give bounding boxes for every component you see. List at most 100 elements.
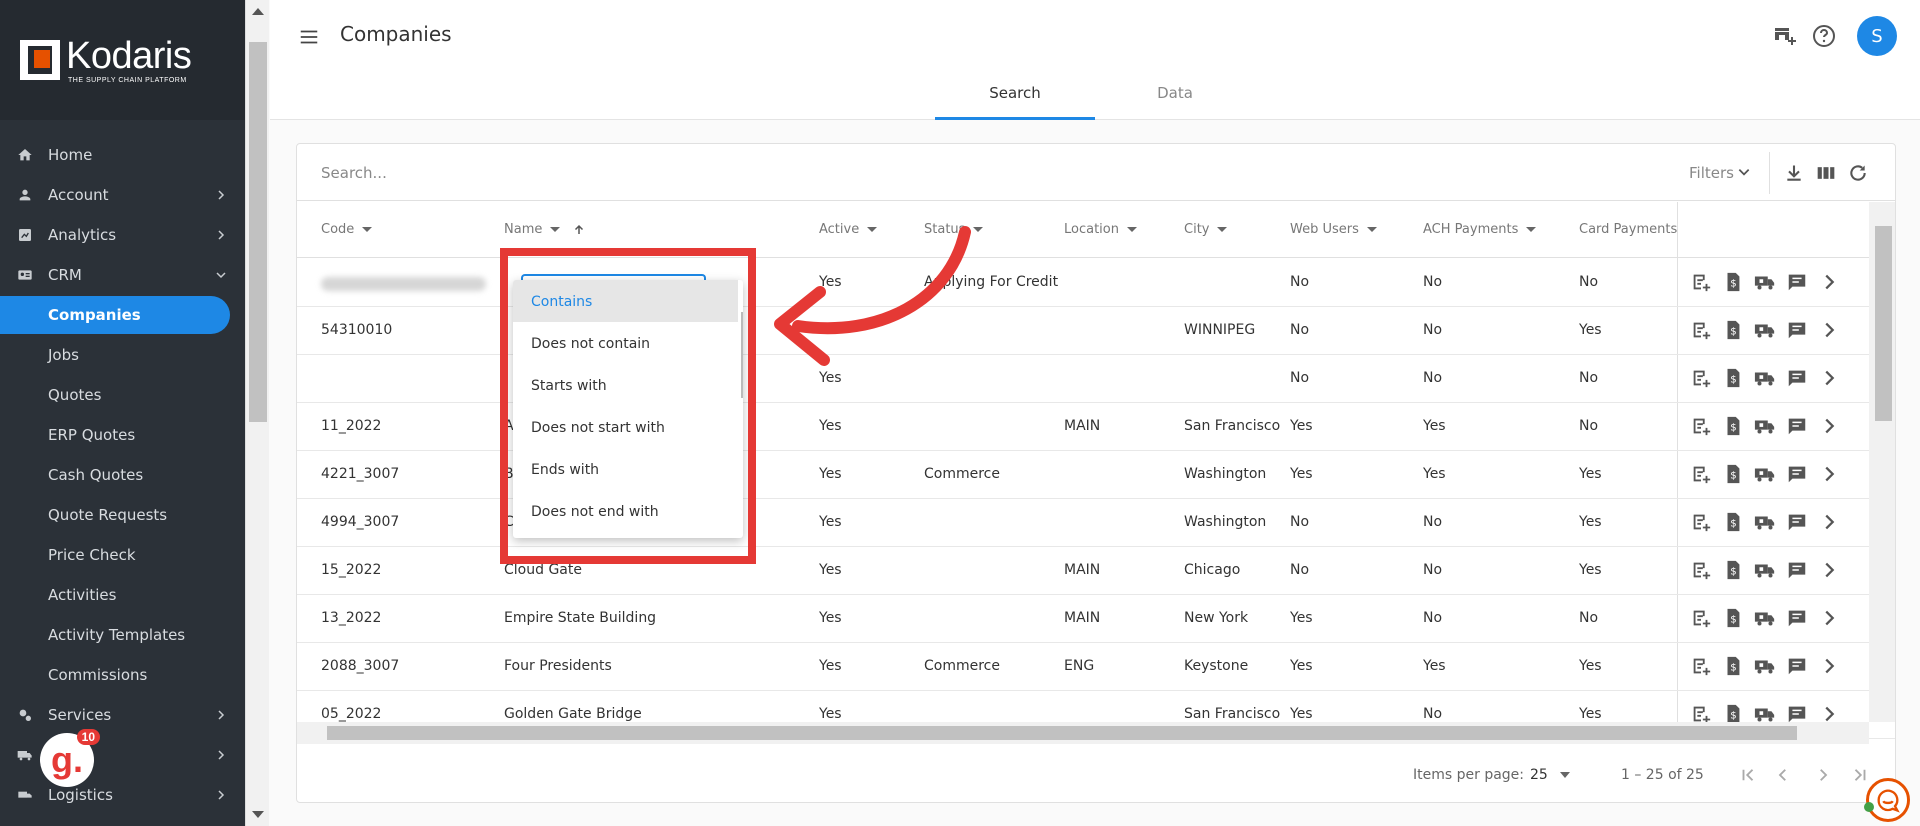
- tab-data[interactable]: Data: [1095, 84, 1255, 102]
- message-icon[interactable]: [1786, 559, 1808, 581]
- chevron-right-icon[interactable]: [1818, 319, 1840, 341]
- table-vertical-scrollbar[interactable]: [1869, 202, 1895, 722]
- shipping-truck-icon[interactable]: [1754, 655, 1776, 677]
- scroll-up-arrow-icon[interactable]: [252, 8, 264, 15]
- quote-dollar-icon[interactable]: $: [1722, 319, 1744, 341]
- chevron-right-icon[interactable]: [1818, 655, 1840, 677]
- filters-button[interactable]: Filters: [1689, 164, 1734, 182]
- sidebar-item-quotes[interactable]: Quotes: [0, 376, 245, 414]
- sidebar-item-shipping[interactable]: [0, 736, 245, 774]
- sidebar-item-activity-templates[interactable]: Activity Templates: [0, 616, 245, 654]
- shipping-truck-icon[interactable]: [1754, 559, 1776, 581]
- column-header-ach-payments[interactable]: ACH Payments: [1423, 222, 1537, 237]
- table-row[interactable]: 13_2022 Empire State Building Yes MAIN New Y…: [297, 595, 1895, 643]
- chevron-right-icon[interactable]: [1818, 367, 1840, 389]
- message-icon[interactable]: [1786, 367, 1808, 389]
- first-page-icon[interactable]: [1737, 764, 1759, 786]
- quote-dollar-icon[interactable]: $: [1722, 367, 1744, 389]
- message-icon[interactable]: [1786, 511, 1808, 533]
- user-avatar[interactable]: S: [1857, 16, 1897, 56]
- message-icon[interactable]: [1786, 319, 1808, 341]
- shipping-truck-icon[interactable]: [1754, 511, 1776, 533]
- add-store-icon[interactable]: [1770, 22, 1798, 50]
- help-icon[interactable]: [1810, 22, 1838, 50]
- chevron-down-icon[interactable]: [1737, 165, 1751, 179]
- shipping-truck-icon[interactable]: [1754, 271, 1776, 293]
- add-note-icon[interactable]: [1690, 415, 1712, 437]
- cell-code: 2088_3007: [321, 658, 400, 674]
- tab-search[interactable]: Search: [935, 84, 1095, 102]
- quote-dollar-icon[interactable]: $: [1722, 271, 1744, 293]
- quote-dollar-icon[interactable]: $: [1722, 415, 1744, 437]
- search-input[interactable]: Search...: [321, 164, 387, 182]
- add-note-icon[interactable]: [1690, 463, 1712, 485]
- add-note-icon[interactable]: [1690, 511, 1712, 533]
- sidebar-scrollbar[interactable]: [245, 0, 269, 826]
- sidebar-item-quote-requests[interactable]: Quote Requests: [0, 496, 245, 534]
- add-note-icon[interactable]: [1690, 319, 1712, 341]
- column-header-city[interactable]: City: [1184, 222, 1228, 237]
- scrollbar-thumb[interactable]: [327, 726, 1797, 740]
- hamburger-menu-icon[interactable]: [298, 26, 320, 48]
- logo[interactable]: Kodaris THE SUPPLY CHAIN PLATFORM: [0, 0, 245, 120]
- sidebar-item-home[interactable]: Home: [0, 136, 245, 174]
- column-header-card-payments[interactable]: Card Payments: [1579, 222, 1677, 237]
- sidebar-item-logistics[interactable]: Logistics: [0, 776, 245, 814]
- items-per-page-select[interactable]: 25: [1530, 767, 1571, 783]
- scrollbar-thumb[interactable]: [1875, 226, 1892, 421]
- download-icon[interactable]: [1783, 162, 1805, 184]
- shipping-truck-icon[interactable]: [1754, 415, 1776, 437]
- message-icon[interactable]: [1786, 415, 1808, 437]
- shipping-truck-icon[interactable]: [1754, 319, 1776, 341]
- scrollbar-thumb[interactable]: [249, 42, 267, 422]
- chevron-right-icon[interactable]: [1818, 559, 1840, 581]
- table-row[interactable]: 2088_3007 Four Presidents Yes Commerce ENG Ke…: [297, 643, 1895, 691]
- add-note-icon[interactable]: [1690, 607, 1712, 629]
- chat-widget-button[interactable]: [1866, 778, 1910, 822]
- add-note-icon[interactable]: [1690, 655, 1712, 677]
- message-icon[interactable]: [1786, 607, 1808, 629]
- quote-dollar-icon[interactable]: $: [1722, 607, 1744, 629]
- next-page-icon[interactable]: [1812, 764, 1834, 786]
- sidebar-item-jobs[interactable]: Jobs: [0, 336, 245, 374]
- chevron-right-icon[interactable]: [1818, 607, 1840, 629]
- last-page-icon[interactable]: [1849, 764, 1871, 786]
- message-icon[interactable]: [1786, 655, 1808, 677]
- chevron-right-icon[interactable]: [1818, 271, 1840, 293]
- quote-dollar-icon[interactable]: $: [1722, 511, 1744, 533]
- sidebar-item-erp-quotes[interactable]: ERP Quotes: [0, 416, 245, 454]
- quote-dollar-icon[interactable]: $: [1722, 463, 1744, 485]
- sidebar-item-analytics[interactable]: Analytics: [0, 216, 245, 254]
- quote-dollar-icon[interactable]: $: [1722, 655, 1744, 677]
- shipping-truck-icon[interactable]: [1754, 607, 1776, 629]
- message-icon[interactable]: [1786, 271, 1808, 293]
- shipping-truck-icon[interactable]: [1754, 463, 1776, 485]
- sidebar-item-cash-quotes[interactable]: Cash Quotes: [0, 456, 245, 494]
- sidebar-item-commissions[interactable]: Commissions: [0, 656, 245, 694]
- add-note-icon[interactable]: [1690, 271, 1712, 293]
- sidebar-item-companies[interactable]: Companies: [0, 296, 230, 334]
- add-note-icon[interactable]: [1690, 367, 1712, 389]
- sidebar-item-crm[interactable]: CRM: [0, 256, 245, 294]
- guide-widget-button[interactable]: g. 10: [40, 729, 100, 787]
- sidebar-item-price-check[interactable]: Price Check: [0, 536, 245, 574]
- chevron-right-icon[interactable]: [1818, 463, 1840, 485]
- column-header-code[interactable]: Code: [321, 222, 373, 237]
- quote-dollar-icon[interactable]: $: [1722, 559, 1744, 581]
- add-note-icon[interactable]: [1690, 559, 1712, 581]
- refresh-icon[interactable]: [1847, 162, 1869, 184]
- column-header-name[interactable]: Name: [504, 222, 585, 237]
- sidebar-item-services[interactable]: Services: [0, 696, 245, 734]
- table-horizontal-scrollbar[interactable]: [297, 722, 1869, 744]
- previous-page-icon[interactable]: [1772, 764, 1794, 786]
- chevron-right-icon[interactable]: [1818, 415, 1840, 437]
- message-icon[interactable]: [1786, 463, 1808, 485]
- sidebar-item-activities[interactable]: Activities: [0, 576, 245, 614]
- columns-icon[interactable]: [1815, 162, 1837, 184]
- shipping-truck-icon[interactable]: [1754, 367, 1776, 389]
- chevron-right-icon[interactable]: [1818, 511, 1840, 533]
- sidebar-item-account[interactable]: Account: [0, 176, 245, 214]
- scroll-down-arrow-icon[interactable]: [252, 811, 264, 818]
- column-header-location[interactable]: Location: [1064, 222, 1137, 237]
- column-header-web-users[interactable]: Web Users: [1290, 222, 1377, 237]
